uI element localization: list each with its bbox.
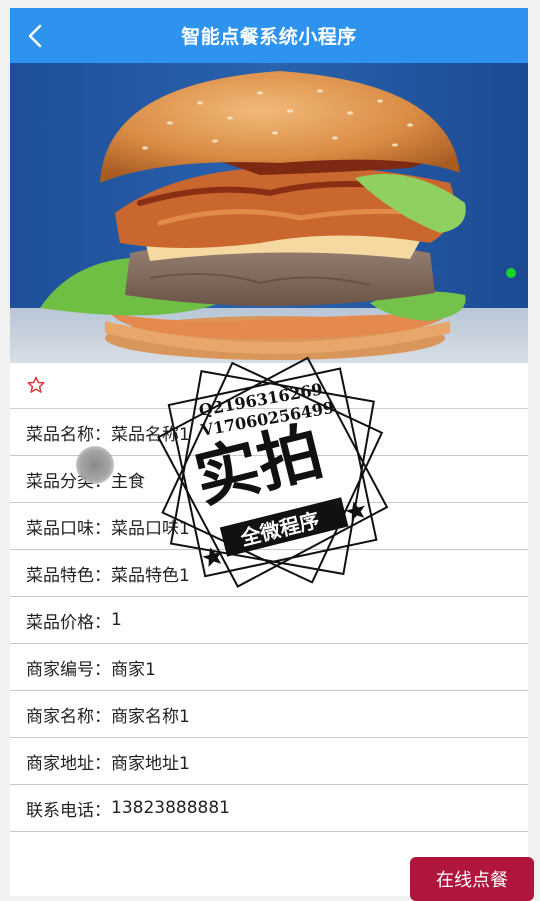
field-contact-phone: 联系电话： 13823888881 — [10, 785, 528, 832]
field-label: 商家地址： — [26, 753, 111, 774]
back-arrow-icon[interactable] — [24, 22, 48, 50]
touch-indicator — [76, 446, 114, 484]
field-label: 菜品特色： — [26, 565, 111, 586]
page-title: 智能点餐系统小程序 — [181, 26, 357, 48]
field-value: 13823888881 — [111, 798, 230, 818]
field-merchant-address: 商家地址： 商家地址1 — [10, 738, 528, 785]
field-dish-feature: 菜品特色： 菜品特色1 — [10, 550, 528, 597]
burger-photo — [10, 63, 528, 363]
field-value: 商家名称1 — [111, 706, 190, 727]
field-value: 商家地址1 — [111, 753, 190, 774]
food-image-carousel[interactable] — [10, 63, 528, 363]
field-value: 菜品名称1 — [111, 424, 190, 445]
field-label: 联系电话： — [26, 800, 111, 821]
field-merchant-name: 商家名称： 商家名称1 — [10, 691, 528, 738]
field-merchant-id: 商家编号： 商家1 — [10, 644, 528, 691]
field-label: 菜品价格： — [26, 612, 111, 633]
field-dish-flavor: 菜品口味： 菜品口味1 — [10, 503, 528, 550]
order-online-button[interactable]: 在线点餐 — [410, 857, 534, 901]
field-dish-price: 菜品价格： 1 — [10, 597, 528, 644]
app-header: 智能点餐系统小程序 — [10, 8, 528, 63]
field-label: 菜品口味： — [26, 518, 111, 539]
field-value: 菜品口味1 — [111, 518, 190, 539]
field-label: 商家编号： — [26, 659, 111, 680]
field-value: 1 — [111, 610, 122, 630]
carousel-indicator-dot[interactable] — [506, 268, 516, 278]
field-value: 菜品特色1 — [111, 565, 190, 586]
field-value: 商家1 — [111, 659, 156, 680]
favorite-row — [10, 363, 528, 409]
favorite-star-icon[interactable] — [26, 375, 46, 395]
field-label: 菜品名称： — [26, 424, 111, 445]
field-value: 主食 — [111, 471, 145, 492]
field-label: 商家名称： — [26, 706, 111, 727]
